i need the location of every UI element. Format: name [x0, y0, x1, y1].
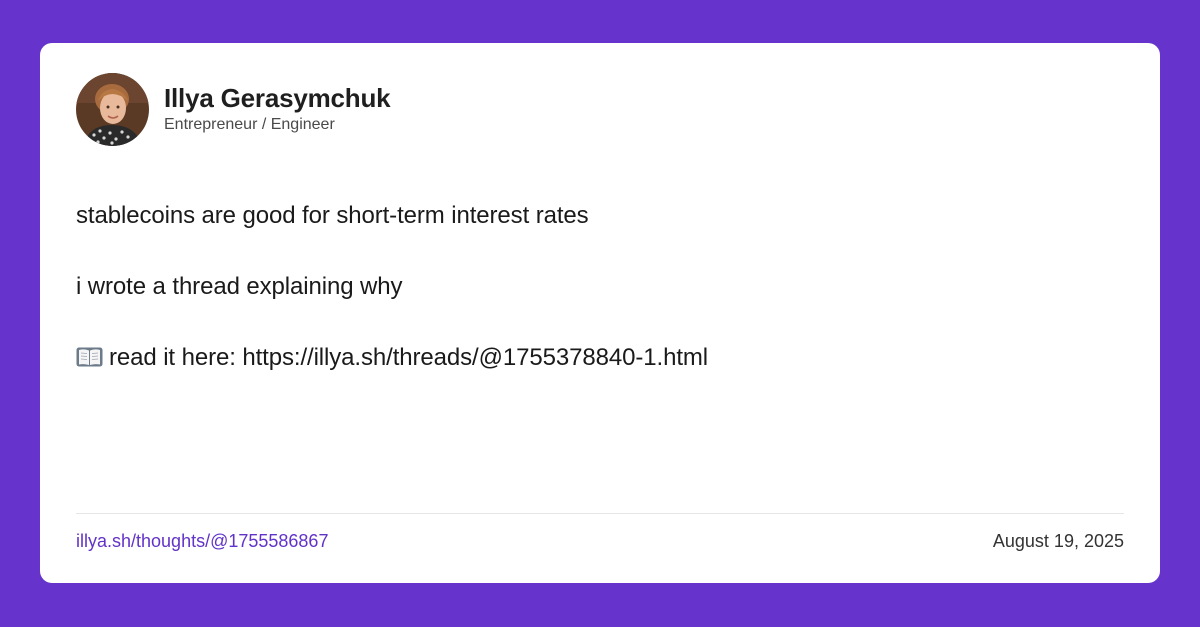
post-body: stablecoins are good for short-term inte… [76, 200, 1116, 413]
post-line-2: i wrote a thread explaining why [76, 273, 403, 300]
post-line-3-text[interactable]: read it here: https://illya.sh/threads/@… [109, 344, 708, 371]
footer-divider [76, 513, 1124, 514]
avatar[interactable] [76, 73, 149, 146]
open-book-icon [76, 345, 103, 377]
author-name[interactable]: Illya Gerasymchuk [164, 83, 391, 113]
profile-photo-icon [76, 73, 149, 146]
post-date: August 19, 2025 [992, 531, 1124, 551]
post-line-1: stablecoins are good for short-term inte… [76, 202, 589, 229]
author-role: Entrepreneur / Engineer [164, 116, 335, 133]
permalink[interactable]: illya.sh/thoughts/@1755586867 [76, 530, 328, 552]
post-line-3: read it here: https://illya.sh/threads/@… [76, 342, 1116, 374]
post-card: Illya Gerasymchuk Entrepreneur / Enginee… [40, 43, 1160, 583]
author-header: Illya Gerasymchuk Entrepreneur / Enginee… [76, 73, 391, 146]
author-info: Illya Gerasymchuk Entrepreneur / Enginee… [164, 83, 391, 136]
